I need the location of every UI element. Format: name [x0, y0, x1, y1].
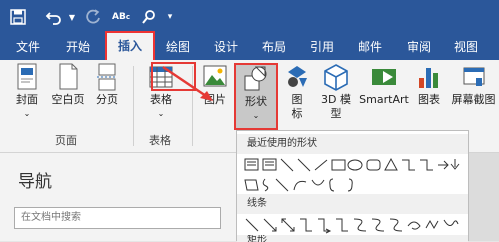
- annotation-arrow: [162, 65, 213, 101]
